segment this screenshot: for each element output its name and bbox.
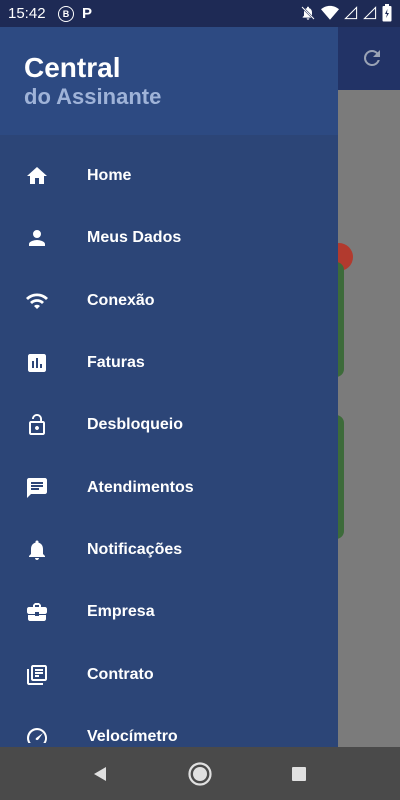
back-triangle-icon (94, 767, 106, 781)
status-bar: 15:42 B P (0, 0, 400, 27)
chat-icon (27, 477, 47, 498)
home-button[interactable] (186, 760, 214, 788)
home-icon (27, 167, 47, 185)
library-books-icon (27, 664, 47, 685)
menu-item-label: Meus Dados (87, 229, 182, 247)
signal-icon (363, 6, 377, 20)
menu-item-desbloqueio[interactable]: Desbloqueio (0, 394, 338, 456)
menu-item-notificacoes[interactable]: Notificações (0, 519, 338, 581)
bar-chart-icon (28, 354, 46, 373)
navigation-drawer: Central do Assinante Home Meus Dados Con… (0, 27, 338, 747)
menu-item-label: Conexão (87, 291, 155, 309)
menu-item-label: Velocímetro (87, 727, 178, 745)
drawer-menu: Home Meus Dados Conexão Faturas Desbloqu… (0, 145, 338, 747)
menu-item-atendimentos[interactable]: Atendimentos (0, 456, 338, 518)
menu-item-empresa[interactable]: Empresa (0, 581, 338, 643)
menu-item-label: Desbloqueio (87, 416, 184, 434)
wifi-icon (321, 5, 339, 20)
drawer-header: Central do Assinante (0, 27, 338, 135)
bell-icon (29, 540, 45, 560)
recents-button[interactable] (285, 760, 313, 788)
notifications-off-icon (301, 6, 315, 20)
person-icon (29, 230, 45, 247)
drawer-title: Central (24, 52, 121, 83)
battery-icon (382, 4, 392, 22)
menu-item-faturas[interactable]: Faturas (0, 332, 338, 394)
status-time: 15:42 (8, 5, 46, 22)
menu-item-label: Empresa (87, 603, 155, 621)
menu-item-velocimetro[interactable]: Velocímetro (0, 706, 338, 747)
menu-item-conexao[interactable]: Conexão (0, 270, 338, 332)
briefcase-icon (27, 603, 47, 622)
lock-open-icon (29, 414, 45, 436)
refresh-icon[interactable] (360, 46, 384, 70)
signal-icon (344, 6, 358, 20)
speedometer-icon (27, 727, 47, 743)
menu-item-contrato[interactable]: Contrato (0, 643, 338, 705)
navigation-bar (0, 747, 400, 800)
drawer-subtitle: do Assinante (24, 84, 162, 109)
menu-item-label: Atendimentos (87, 478, 194, 496)
b-circle-icon: B (58, 5, 74, 22)
menu-item-label: Home (87, 167, 132, 185)
p-icon: P (82, 5, 93, 22)
recents-square-icon (292, 767, 306, 781)
menu-item-label: Contrato (87, 665, 154, 683)
menu-item-label: Notificações (87, 540, 183, 558)
menu-item-label: Faturas (87, 354, 145, 372)
menu-item-home[interactable]: Home (0, 145, 338, 207)
menu-item-meus-dados[interactable]: Meus Dados (0, 207, 338, 269)
back-button[interactable] (86, 760, 114, 788)
home-circle-icon (188, 762, 212, 786)
wifi-icon (26, 293, 48, 309)
